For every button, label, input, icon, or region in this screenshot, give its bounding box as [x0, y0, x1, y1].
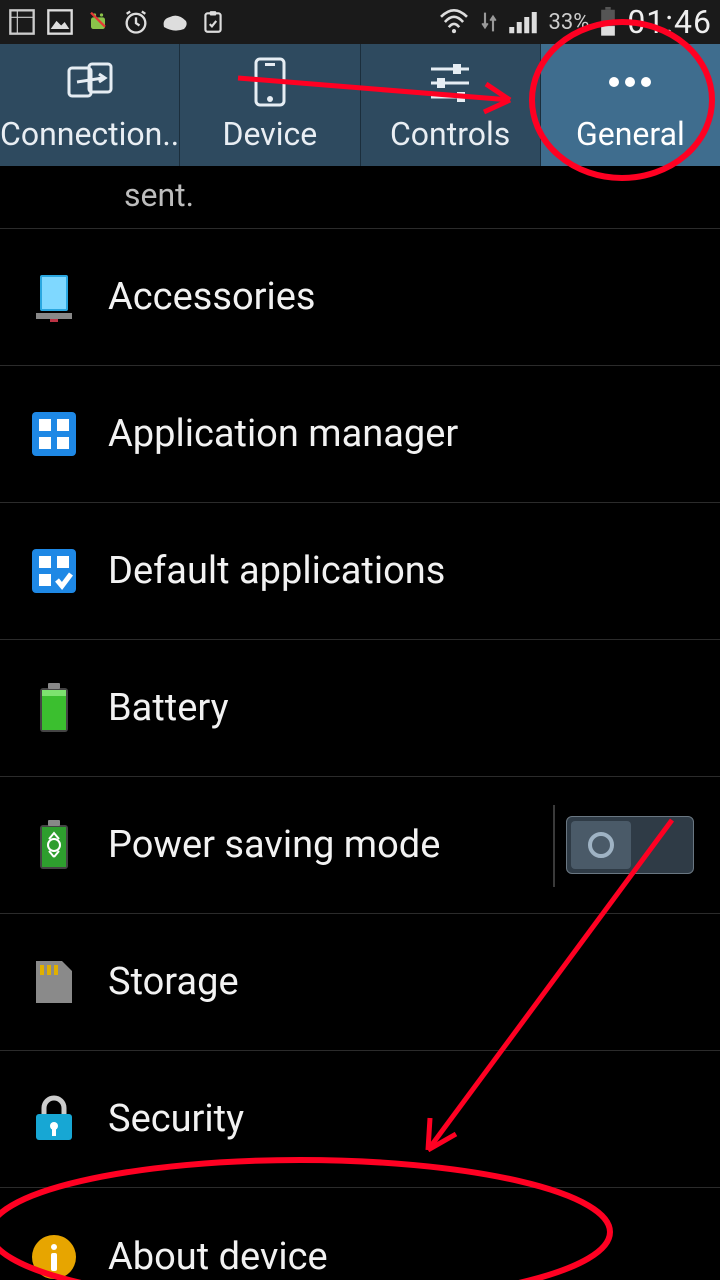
alarm-icon — [122, 8, 150, 36]
data-arrows-icon — [480, 10, 498, 34]
battery-percent: 33% — [548, 10, 589, 35]
item-about-device[interactable]: About device — [0, 1188, 720, 1280]
status-right-icons: 33% 01:46 — [438, 3, 712, 41]
status-time: 01:46 — [627, 3, 712, 41]
item-label: Power saving mode — [108, 823, 550, 867]
item-default-applications[interactable]: Default applications — [0, 503, 720, 640]
battery-full-icon — [26, 680, 82, 736]
tab-controls[interactable]: Controls — [361, 44, 541, 166]
item-label: Storage — [108, 960, 694, 1004]
power-saving-toggle[interactable] — [566, 816, 694, 874]
tab-general[interactable]: General — [541, 44, 720, 166]
signal-icon — [508, 9, 538, 35]
wifi-icon — [438, 9, 470, 35]
tab-connections[interactable]: Connection.. — [0, 44, 180, 166]
item-label: Default applications — [108, 549, 694, 593]
accessories-icon — [26, 269, 82, 325]
item-security[interactable]: Security — [0, 1051, 720, 1188]
settings-list: sent. Accessories Application manager De… — [0, 166, 720, 1280]
item-label: Application manager — [108, 412, 694, 456]
about-icon — [26, 1229, 82, 1280]
item-label: Security — [108, 1097, 694, 1141]
storage-icon — [26, 954, 82, 1010]
tab-label: General — [576, 115, 685, 153]
partial-row[interactable]: sent. — [0, 166, 720, 229]
controls-icon — [425, 57, 475, 107]
item-battery[interactable]: Battery — [0, 640, 720, 777]
security-icon — [26, 1091, 82, 1147]
tab-label: Controls — [390, 115, 510, 153]
tab-label: Device — [222, 115, 317, 153]
item-power-saving-mode[interactable]: Power saving mode — [0, 777, 720, 914]
statusbar: 33% 01:46 — [0, 0, 720, 44]
clipboard-icon — [200, 8, 226, 36]
item-label: Battery — [108, 686, 694, 730]
picture-icon — [46, 8, 74, 36]
tab-device[interactable]: Device — [180, 44, 360, 166]
device-icon — [253, 57, 287, 107]
item-accessories[interactable]: Accessories — [0, 229, 720, 366]
android-icon — [84, 8, 112, 36]
settings-tabs: Connection.. Device Controls General — [0, 44, 720, 166]
status-left-icons — [8, 8, 226, 36]
tab-label: Connection.. — [0, 115, 179, 153]
partial-row-text: sent. — [124, 176, 194, 214]
item-application-manager[interactable]: Application manager — [0, 366, 720, 503]
hedgehog-icon — [160, 9, 190, 35]
default-apps-icon — [26, 543, 82, 599]
connections-icon — [63, 57, 117, 107]
app-manager-icon — [26, 406, 82, 462]
item-storage[interactable]: Storage — [0, 914, 720, 1051]
more-icon — [602, 57, 658, 107]
item-label: About device — [108, 1235, 694, 1279]
notification-icon — [8, 8, 36, 36]
battery-icon — [599, 7, 617, 37]
item-label: Accessories — [108, 275, 694, 319]
power-saving-icon — [26, 817, 82, 873]
